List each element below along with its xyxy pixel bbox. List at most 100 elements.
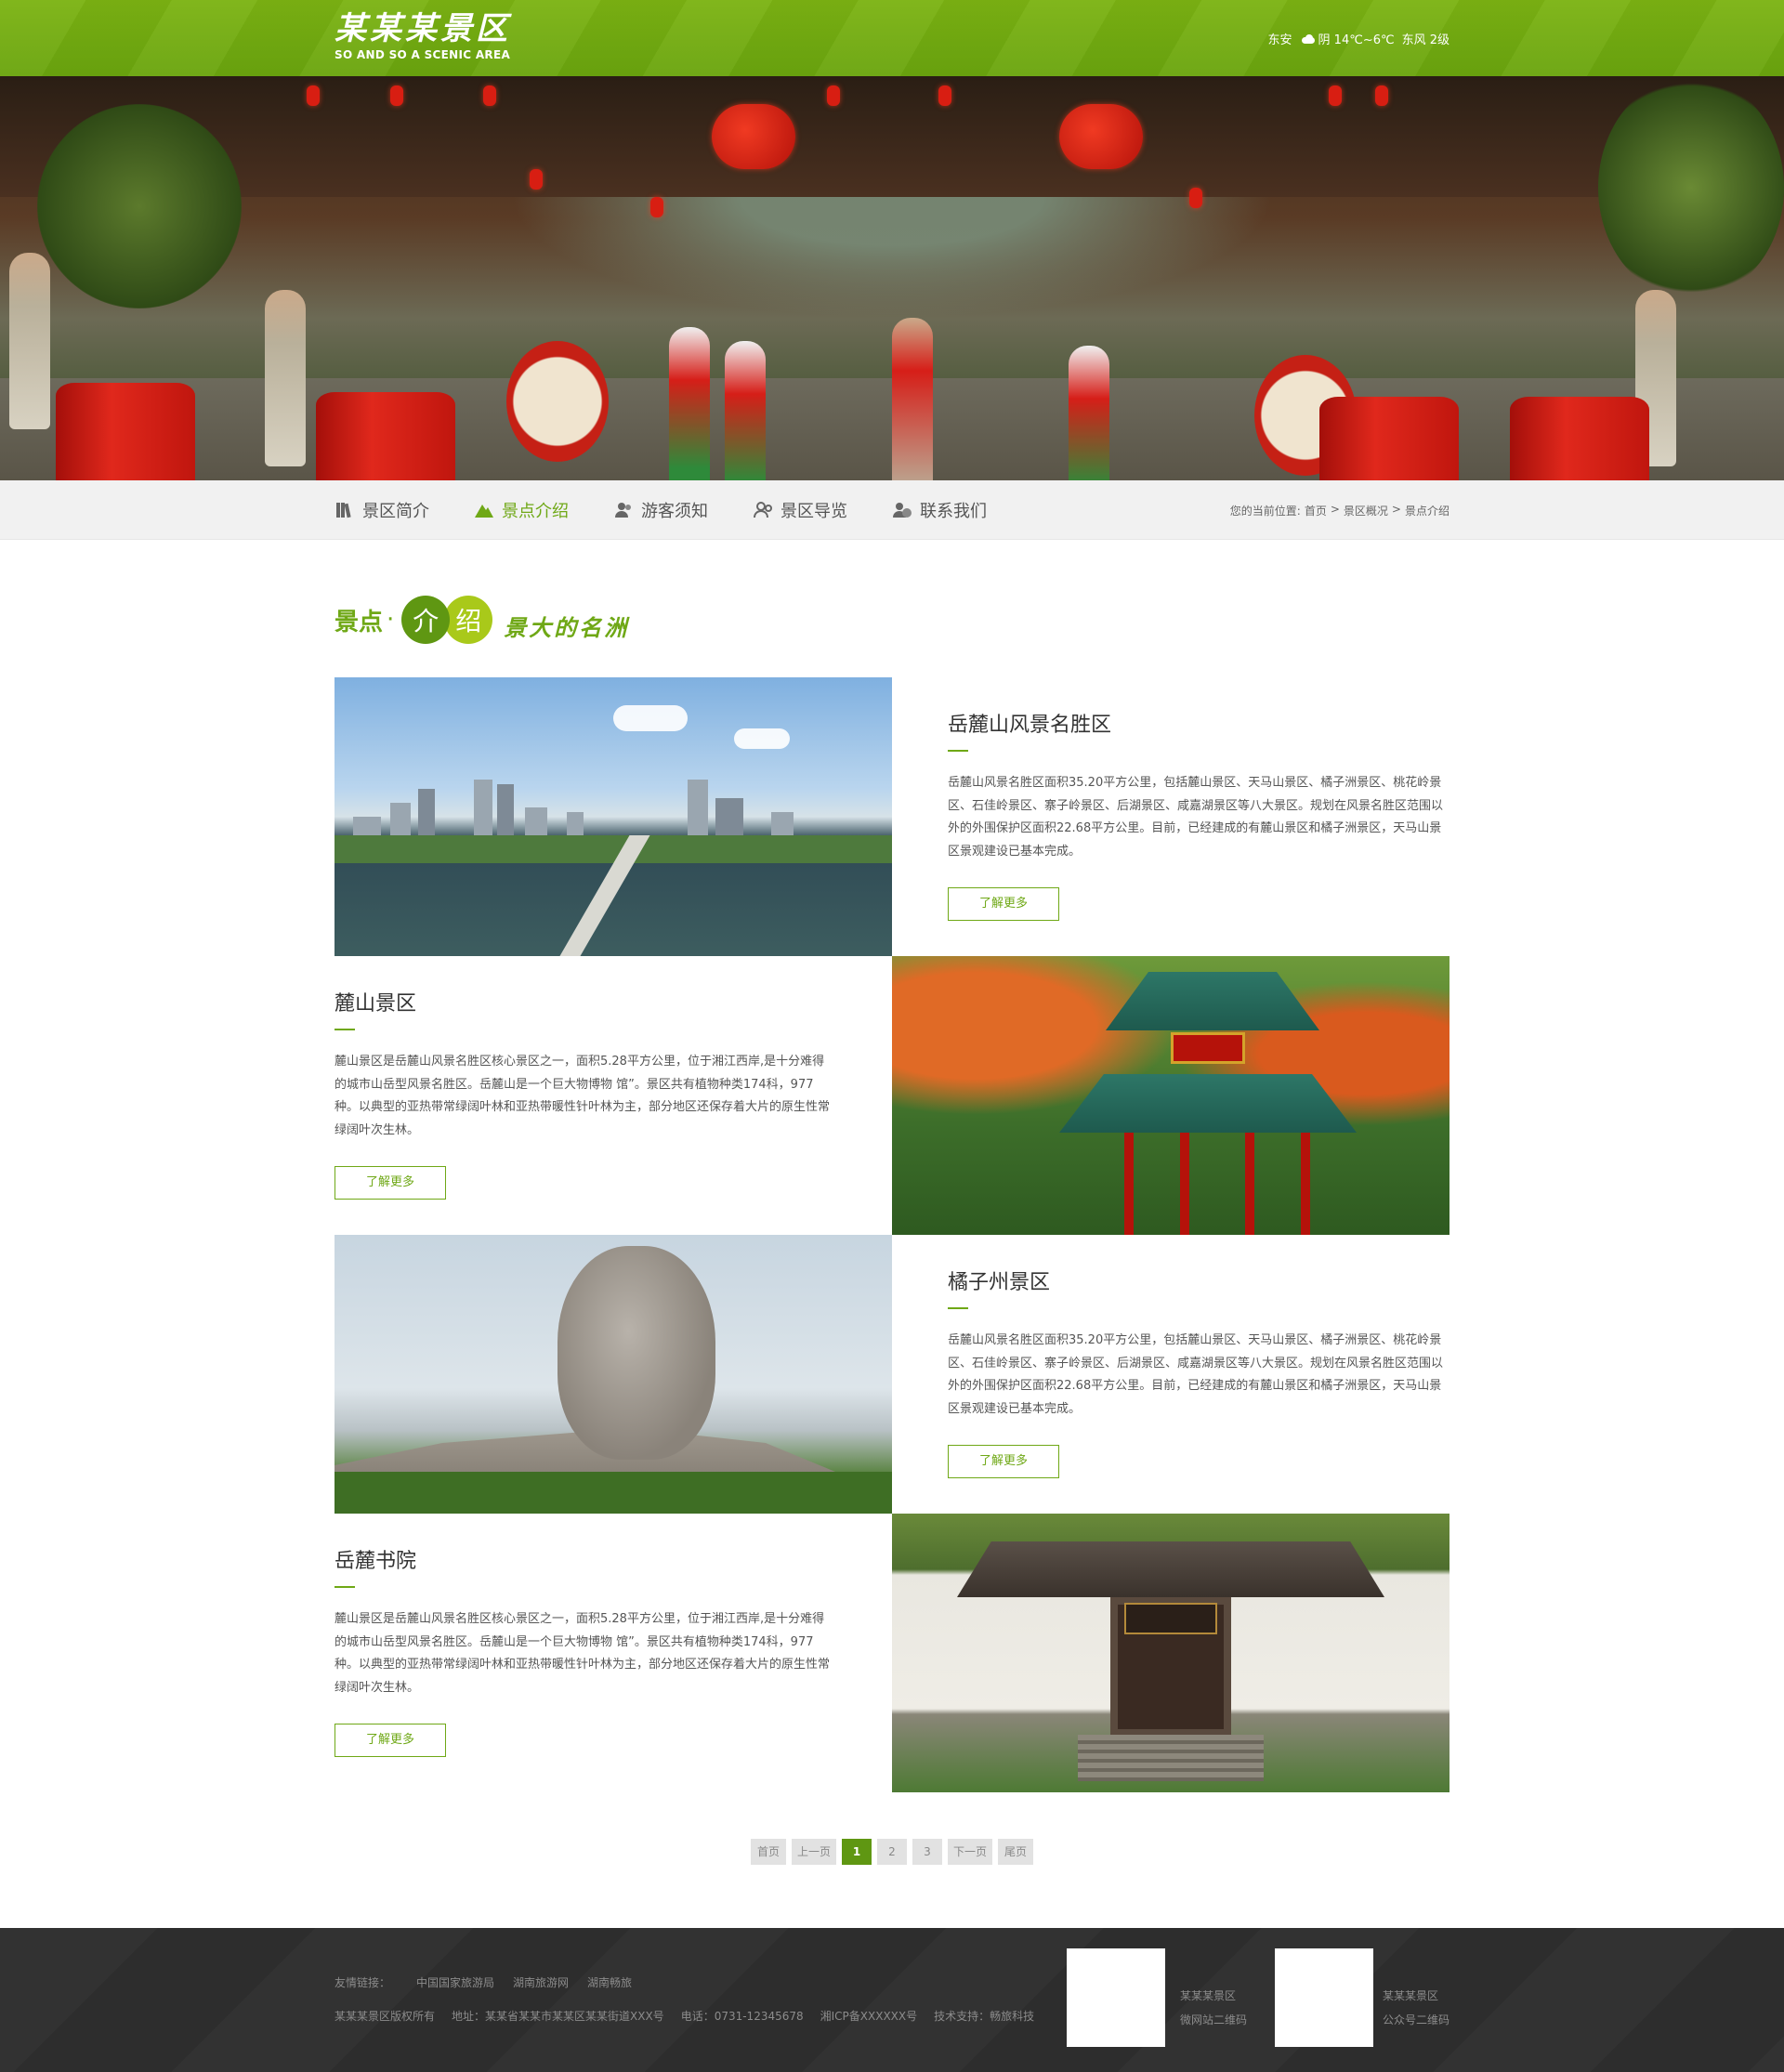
dancer-figure [725, 341, 766, 480]
first-page-button[interactable]: 首页 [750, 1839, 786, 1865]
drum-decoration [316, 392, 455, 480]
spots-list: 岳麓山风景名胜区 岳麓山风景名胜区面积35.20平方公里，包括麓山景区、天马山景… [334, 677, 1450, 1792]
drum-decoration [1510, 397, 1649, 480]
phone-text: 电话：0731-12345678 [680, 2010, 804, 2023]
photo-roof [1059, 1074, 1357, 1133]
lantern-decoration [390, 85, 403, 106]
cloud-icon [1300, 33, 1317, 44]
lantern-decoration [483, 85, 496, 106]
nav-item-contact[interactable]: 联系我们 [892, 498, 987, 522]
lantern-decoration [650, 197, 663, 217]
breadcrumb-separator: > [1330, 502, 1340, 516]
photo-plaque [1171, 1032, 1245, 1064]
photo-column [1180, 1133, 1189, 1235]
qr-caption-line: 微网站二维码 [1180, 2013, 1248, 2026]
friend-link[interactable]: 中国国家旅游局 [416, 1974, 494, 1990]
logo-subtitle: SO AND SO A SCENIC AREA [334, 48, 511, 61]
spot-title[interactable]: 麓山景区 [334, 986, 836, 1023]
nav-item-label: 游客须知 [641, 502, 708, 521]
spot-card: 麓山景区 麓山景区是岳麓山风景名胜区核心景区之一，面积5.28平方公里，位于湘江… [334, 956, 1450, 1235]
lantern-decoration [1059, 104, 1143, 169]
dancer-figure [892, 318, 933, 480]
section-slogan: 景大的名洲 [504, 613, 630, 641]
spot-title[interactable]: 岳麓书院 [334, 1543, 836, 1580]
photo-bank [334, 835, 892, 863]
spot-title[interactable]: 橘子州景区 [948, 1265, 1450, 1302]
nav-item-intro[interactable]: 景区简介 [334, 498, 429, 522]
drummer-figure [265, 290, 306, 466]
spot-text: 岳麓书院 麓山景区是岳麓山风景名胜区核心景区之一，面积5.28平方公里，位于湘江… [334, 1514, 892, 1792]
mountain-icon [475, 505, 493, 518]
weather-city: 东安 [1267, 33, 1292, 47]
qr-caption-line: 公众号二维码 [1383, 2013, 1450, 2026]
page-number-button[interactable]: 3 [912, 1839, 942, 1865]
books-icon [336, 503, 351, 518]
page-number-button[interactable]: 1 [842, 1839, 872, 1865]
photo-roof [1106, 972, 1319, 1030]
nav-item-guide[interactable]: 景区导览 [753, 498, 847, 522]
site-logo[interactable]: 某某某景区 SO AND SO A SCENIC AREA [334, 11, 511, 61]
weather-desc: 阴 14℃~6℃ [1318, 33, 1395, 47]
site-header: 某某某景区 SO AND SO A SCENIC AREA 东安 阴 14℃~6… [0, 0, 1784, 76]
lantern-decoration [1375, 85, 1388, 106]
breadcrumb-prefix: 您的当前位置: [1229, 504, 1301, 518]
pavilion-photo[interactable] [892, 956, 1450, 1235]
breadcrumb-overview[interactable]: 景区概况 [1344, 503, 1388, 518]
drummer-figure [9, 253, 50, 429]
nav-item-spots[interactable]: 景点介绍 [474, 498, 569, 522]
friend-links-label: 友情链接： [334, 1976, 391, 1989]
lantern-decoration [938, 85, 951, 106]
breadcrumb-home[interactable]: 首页 [1305, 503, 1327, 518]
dancer-figure [669, 327, 710, 480]
lantern-decoration [827, 85, 840, 106]
breadcrumb: 您的当前位置: 首页 > 景区概况 > 景点介绍 [1230, 503, 1450, 518]
nav-item-visitor-notice[interactable]: 游客须知 [613, 498, 708, 522]
page-number-button[interactable]: 2 [877, 1839, 907, 1865]
city-skyline-photo[interactable] [334, 677, 892, 956]
copyright-bar: 某某某景区版权所有 地址：某某省某某市某某区某某街道XXX号 电话：0731-1… [334, 2008, 1034, 2024]
hero-banner-photo [0, 76, 1784, 480]
lantern-decoration [712, 104, 795, 169]
learn-more-button[interactable]: 了解更多 [334, 1166, 446, 1200]
nav-item-label: 景区导览 [780, 502, 847, 521]
next-page-button[interactable]: 下一页 [948, 1839, 993, 1865]
title-underline [948, 750, 968, 752]
photo-column [1301, 1133, 1310, 1235]
qr-caption: 某某某景区 微网站二维码 [1180, 1984, 1247, 2032]
spot-card: 岳麓书院 麓山景区是岳麓山风景名胜区核心景区之一，面积5.28平方公里，位于湘江… [334, 1514, 1450, 1792]
spot-description: 麓山景区是岳麓山风景名胜区核心景区之一，面积5.28平方公里，位于湘江西岸,是十… [334, 1055, 831, 1137]
photo-column [1124, 1133, 1134, 1235]
spot-text: 橘子州景区 岳麓山风景名胜区面积35.20平方公里，包括麓山景区、天马山景区、橘… [892, 1235, 1450, 1514]
statue-photo[interactable] [334, 1235, 892, 1514]
title-underline [334, 1586, 355, 1588]
last-page-button[interactable]: 尾页 [998, 1839, 1034, 1865]
drum-decoration [1319, 397, 1459, 480]
friend-link[interactable]: 湖南旅游网 [513, 1974, 569, 1990]
learn-more-button[interactable]: 了解更多 [334, 1724, 446, 1757]
spot-description: 麓山景区是岳麓山风景名胜区核心景区之一，面积5.28平方公里，位于湘江西岸,是十… [334, 1612, 831, 1695]
photo-column [1245, 1133, 1254, 1235]
dancer-figure [1069, 346, 1109, 480]
learn-more-button[interactable]: 了解更多 [948, 1445, 1059, 1478]
support-text: 技术支持：畅旅科技 [934, 2010, 1035, 2023]
nav-item-label: 联系我们 [920, 502, 987, 521]
photo-steps [1078, 1735, 1264, 1781]
drum-decoration [506, 341, 609, 462]
prev-page-button[interactable]: 上一页 [791, 1839, 836, 1865]
photo-statue-head [558, 1246, 715, 1460]
photo-roof [957, 1541, 1384, 1597]
friend-link[interactable]: 湖南畅旅 [587, 1974, 632, 1990]
nav-item-label: 景区简介 [362, 502, 429, 521]
copyright-text: 某某某景区版权所有 [334, 2010, 436, 2023]
site-footer: 友情链接： 中国国家旅游局 湖南旅游网 湖南畅旅 某某某景区版权所有 地址：某某… [0, 1928, 1784, 2072]
learn-more-button[interactable]: 了解更多 [948, 887, 1059, 921]
weather-wind: 东风 2级 [1401, 33, 1450, 47]
academy-gate-photo[interactable] [892, 1514, 1450, 1792]
qr-code-image [1067, 1948, 1165, 2047]
lantern-decoration [530, 169, 543, 190]
spot-title[interactable]: 岳麓山风景名胜区 [948, 707, 1450, 744]
lantern-decoration [307, 85, 320, 106]
logo-title: 某某某景区 [334, 10, 511, 47]
guide-icon [754, 502, 772, 518]
icp-text: 湘ICP备XXXXXX号 [820, 2010, 918, 2023]
